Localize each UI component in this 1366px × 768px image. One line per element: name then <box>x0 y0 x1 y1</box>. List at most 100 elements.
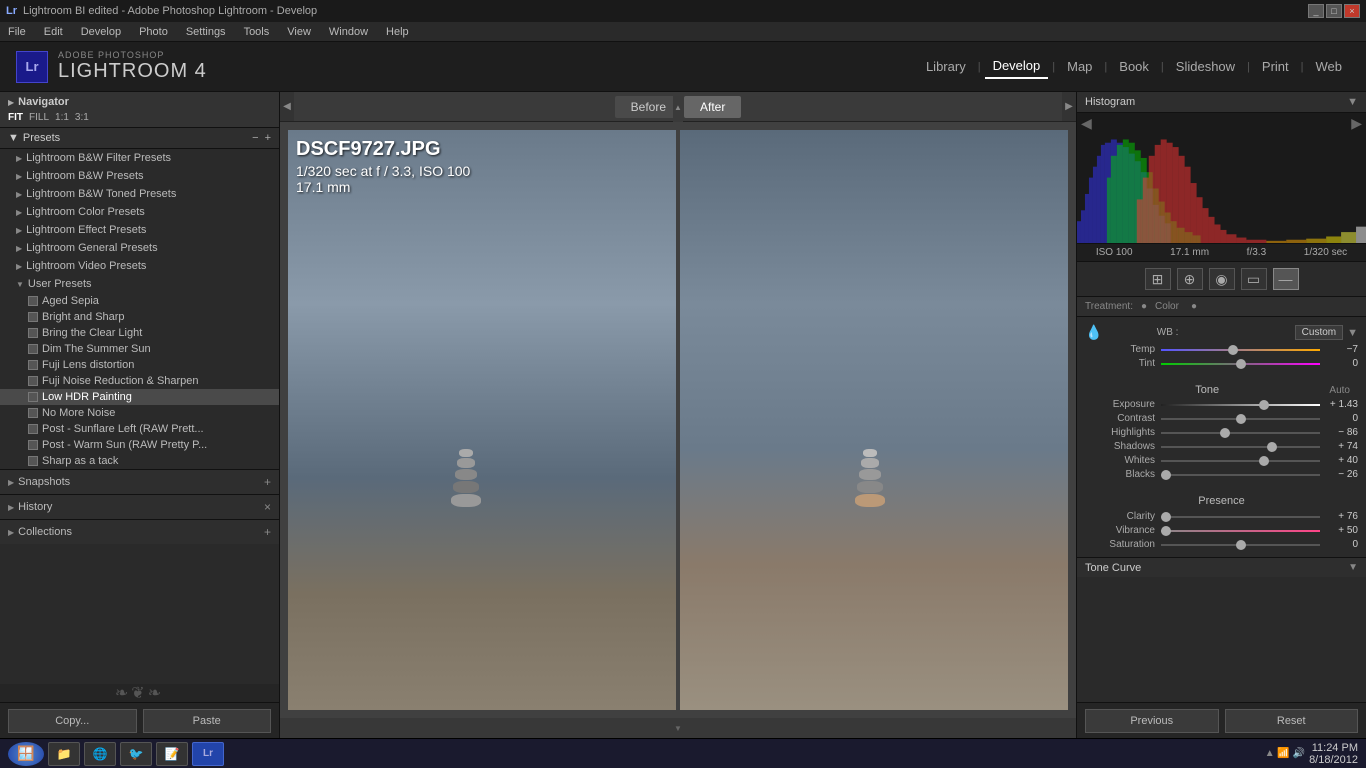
preset-group-user-header[interactable]: ▼ User Presets <box>0 275 279 293</box>
paste-button[interactable]: Paste <box>143 709 272 733</box>
clarity-thumb[interactable] <box>1161 512 1171 522</box>
heal-tool[interactable]: ⊕ <box>1177 268 1203 290</box>
menu-develop[interactable]: Develop <box>77 26 125 38</box>
redeye-tool[interactable]: ◉ <box>1209 268 1235 290</box>
tone-curve-expand-icon[interactable]: ▼ <box>1348 562 1358 573</box>
right-collapse-icon[interactable]: ▶ <box>1062 92 1076 121</box>
tab-web[interactable]: Web <box>1308 55 1351 78</box>
taskbar-app-chrome[interactable]: 🌐 <box>84 742 116 766</box>
blacks-thumb[interactable] <box>1161 470 1171 480</box>
preset-group-effect-header[interactable]: ▶ Lightroom Effect Presets <box>0 221 279 239</box>
tab-develop[interactable]: Develop <box>985 54 1049 79</box>
preset-group-video-header[interactable]: ▶ Lightroom Video Presets <box>0 257 279 275</box>
adjustment-tool[interactable]: — <box>1273 268 1299 290</box>
copy-button[interactable]: Copy... <box>8 709 137 733</box>
list-item[interactable]: Bright and Sharp <box>0 309 279 325</box>
taskbar-app-explorer[interactable]: 📁 <box>48 742 80 766</box>
nav-fill[interactable]: FILL <box>29 112 49 123</box>
list-item[interactable]: Aged Sepia <box>0 293 279 309</box>
presets-plus-icon[interactable]: + <box>265 132 271 144</box>
exposure-thumb[interactable] <box>1259 400 1269 410</box>
tint-thumb[interactable] <box>1236 359 1246 369</box>
tab-map[interactable]: Map <box>1059 55 1100 78</box>
preset-group-bw-toned-header[interactable]: ▶ Lightroom B&W Toned Presets <box>0 185 279 203</box>
window-controls[interactable]: _ □ × <box>1308 4 1360 18</box>
menu-help[interactable]: Help <box>382 26 413 38</box>
list-item[interactable]: Dim The Summer Sun <box>0 341 279 357</box>
tint-slider[interactable] <box>1161 361 1320 367</box>
shadows-thumb[interactable] <box>1267 442 1277 452</box>
snapshots-plus-icon[interactable]: + <box>264 475 271 489</box>
menu-settings[interactable]: Settings <box>182 26 230 38</box>
list-item[interactable]: Post - Warm Sun (RAW Pretty P... <box>0 437 279 453</box>
temp-thumb[interactable] <box>1228 345 1238 355</box>
nav-3to1[interactable]: 3:1 <box>75 112 89 123</box>
highlights-slider[interactable] <box>1161 430 1320 436</box>
tab-library[interactable]: Library <box>918 55 974 78</box>
menu-window[interactable]: Window <box>325 26 372 38</box>
preset-group-bw-filter-header[interactable]: ▶ Lightroom B&W Filter Presets <box>0 149 279 167</box>
saturation-thumb[interactable] <box>1236 540 1246 550</box>
vibrance-slider[interactable] <box>1161 528 1320 534</box>
nav-fit[interactable]: FIT <box>8 112 23 123</box>
tab-slideshow[interactable]: Slideshow <box>1168 55 1243 78</box>
whites-slider[interactable] <box>1161 458 1320 464</box>
wb-dropdown-icon[interactable]: ▼ <box>1347 327 1358 339</box>
taskbar-app-twitter[interactable]: 🐦 <box>120 742 152 766</box>
taskbar-app-word[interactable]: 📝 <box>156 742 188 766</box>
history-close-icon[interactable]: × <box>264 500 271 514</box>
tab-book[interactable]: Book <box>1111 55 1157 78</box>
whites-thumb[interactable] <box>1259 456 1269 466</box>
eyedropper-tool[interactable]: 💧 <box>1085 324 1102 341</box>
crop-tool[interactable]: ⊞ <box>1145 268 1171 290</box>
list-item-selected[interactable]: Low HDR Painting <box>0 389 279 405</box>
nav-1to1[interactable]: 1:1 <box>55 112 69 123</box>
tone-auto-button[interactable]: Auto <box>1329 385 1350 396</box>
contrast-slider[interactable] <box>1161 416 1320 422</box>
previous-button[interactable]: Previous <box>1085 709 1219 733</box>
collections-plus-icon[interactable]: + <box>264 525 271 539</box>
list-item[interactable]: Fuji Lens distortion <box>0 357 279 373</box>
wb-value[interactable]: Custom <box>1295 325 1343 340</box>
before-label[interactable]: Before <box>615 96 682 118</box>
menu-view[interactable]: View <box>283 26 315 38</box>
list-item[interactable]: Fuji Noise Reduction & Sharpen <box>0 373 279 389</box>
preset-group-bw-header[interactable]: ▶ Lightroom B&W Presets <box>0 167 279 185</box>
history-header[interactable]: ▶ History × <box>0 495 279 519</box>
list-item[interactable]: Post - Sunflare Left (RAW Prett... <box>0 421 279 437</box>
tone-curve-header[interactable]: Tone Curve ▼ <box>1077 557 1366 577</box>
snapshots-header[interactable]: ▶ Snapshots + <box>0 470 279 494</box>
contrast-thumb[interactable] <box>1236 414 1246 424</box>
blacks-slider[interactable] <box>1161 472 1320 478</box>
hist-right-arrow-icon[interactable]: ▶ <box>1351 115 1362 132</box>
menu-file[interactable]: File <box>4 26 30 38</box>
histogram-down-icon[interactable]: ▼ <box>1347 96 1358 108</box>
tab-print[interactable]: Print <box>1254 55 1297 78</box>
clarity-slider[interactable] <box>1161 514 1320 520</box>
vibrance-thumb[interactable] <box>1161 526 1171 536</box>
menu-photo[interactable]: Photo <box>135 26 172 38</box>
after-label[interactable]: After <box>684 96 741 118</box>
list-item[interactable]: Bring the Clear Light <box>0 325 279 341</box>
exposure-slider[interactable] <box>1161 402 1320 408</box>
reset-button[interactable]: Reset <box>1225 709 1359 733</box>
presets-minus-icon[interactable]: − <box>252 132 258 144</box>
saturation-slider[interactable] <box>1161 542 1320 548</box>
menu-edit[interactable]: Edit <box>40 26 67 38</box>
hist-left-arrow-icon[interactable]: ◀ <box>1081 115 1092 132</box>
collections-header[interactable]: ▶ Collections + <box>0 520 279 544</box>
start-button[interactable]: 🪟 <box>8 742 44 766</box>
highlights-thumb[interactable] <box>1220 428 1230 438</box>
preset-group-color-header[interactable]: ▶ Lightroom Color Presets <box>0 203 279 221</box>
list-item[interactable]: Sharp as a tack <box>0 453 279 469</box>
menu-tools[interactable]: Tools <box>240 26 274 38</box>
preset-group-general-header[interactable]: ▶ Lightroom General Presets <box>0 239 279 257</box>
taskbar-app-lightroom[interactable]: Lr <box>192 742 224 766</box>
list-item[interactable]: No More Noise <box>0 405 279 421</box>
left-collapse-icon[interactable]: ◀ <box>280 92 294 121</box>
maximize-button[interactable]: □ <box>1326 4 1342 18</box>
close-button[interactable]: × <box>1344 4 1360 18</box>
minimize-button[interactable]: _ <box>1308 4 1324 18</box>
navigator-header[interactable]: ▶ Navigator <box>0 92 279 112</box>
temp-slider[interactable] <box>1161 347 1320 353</box>
